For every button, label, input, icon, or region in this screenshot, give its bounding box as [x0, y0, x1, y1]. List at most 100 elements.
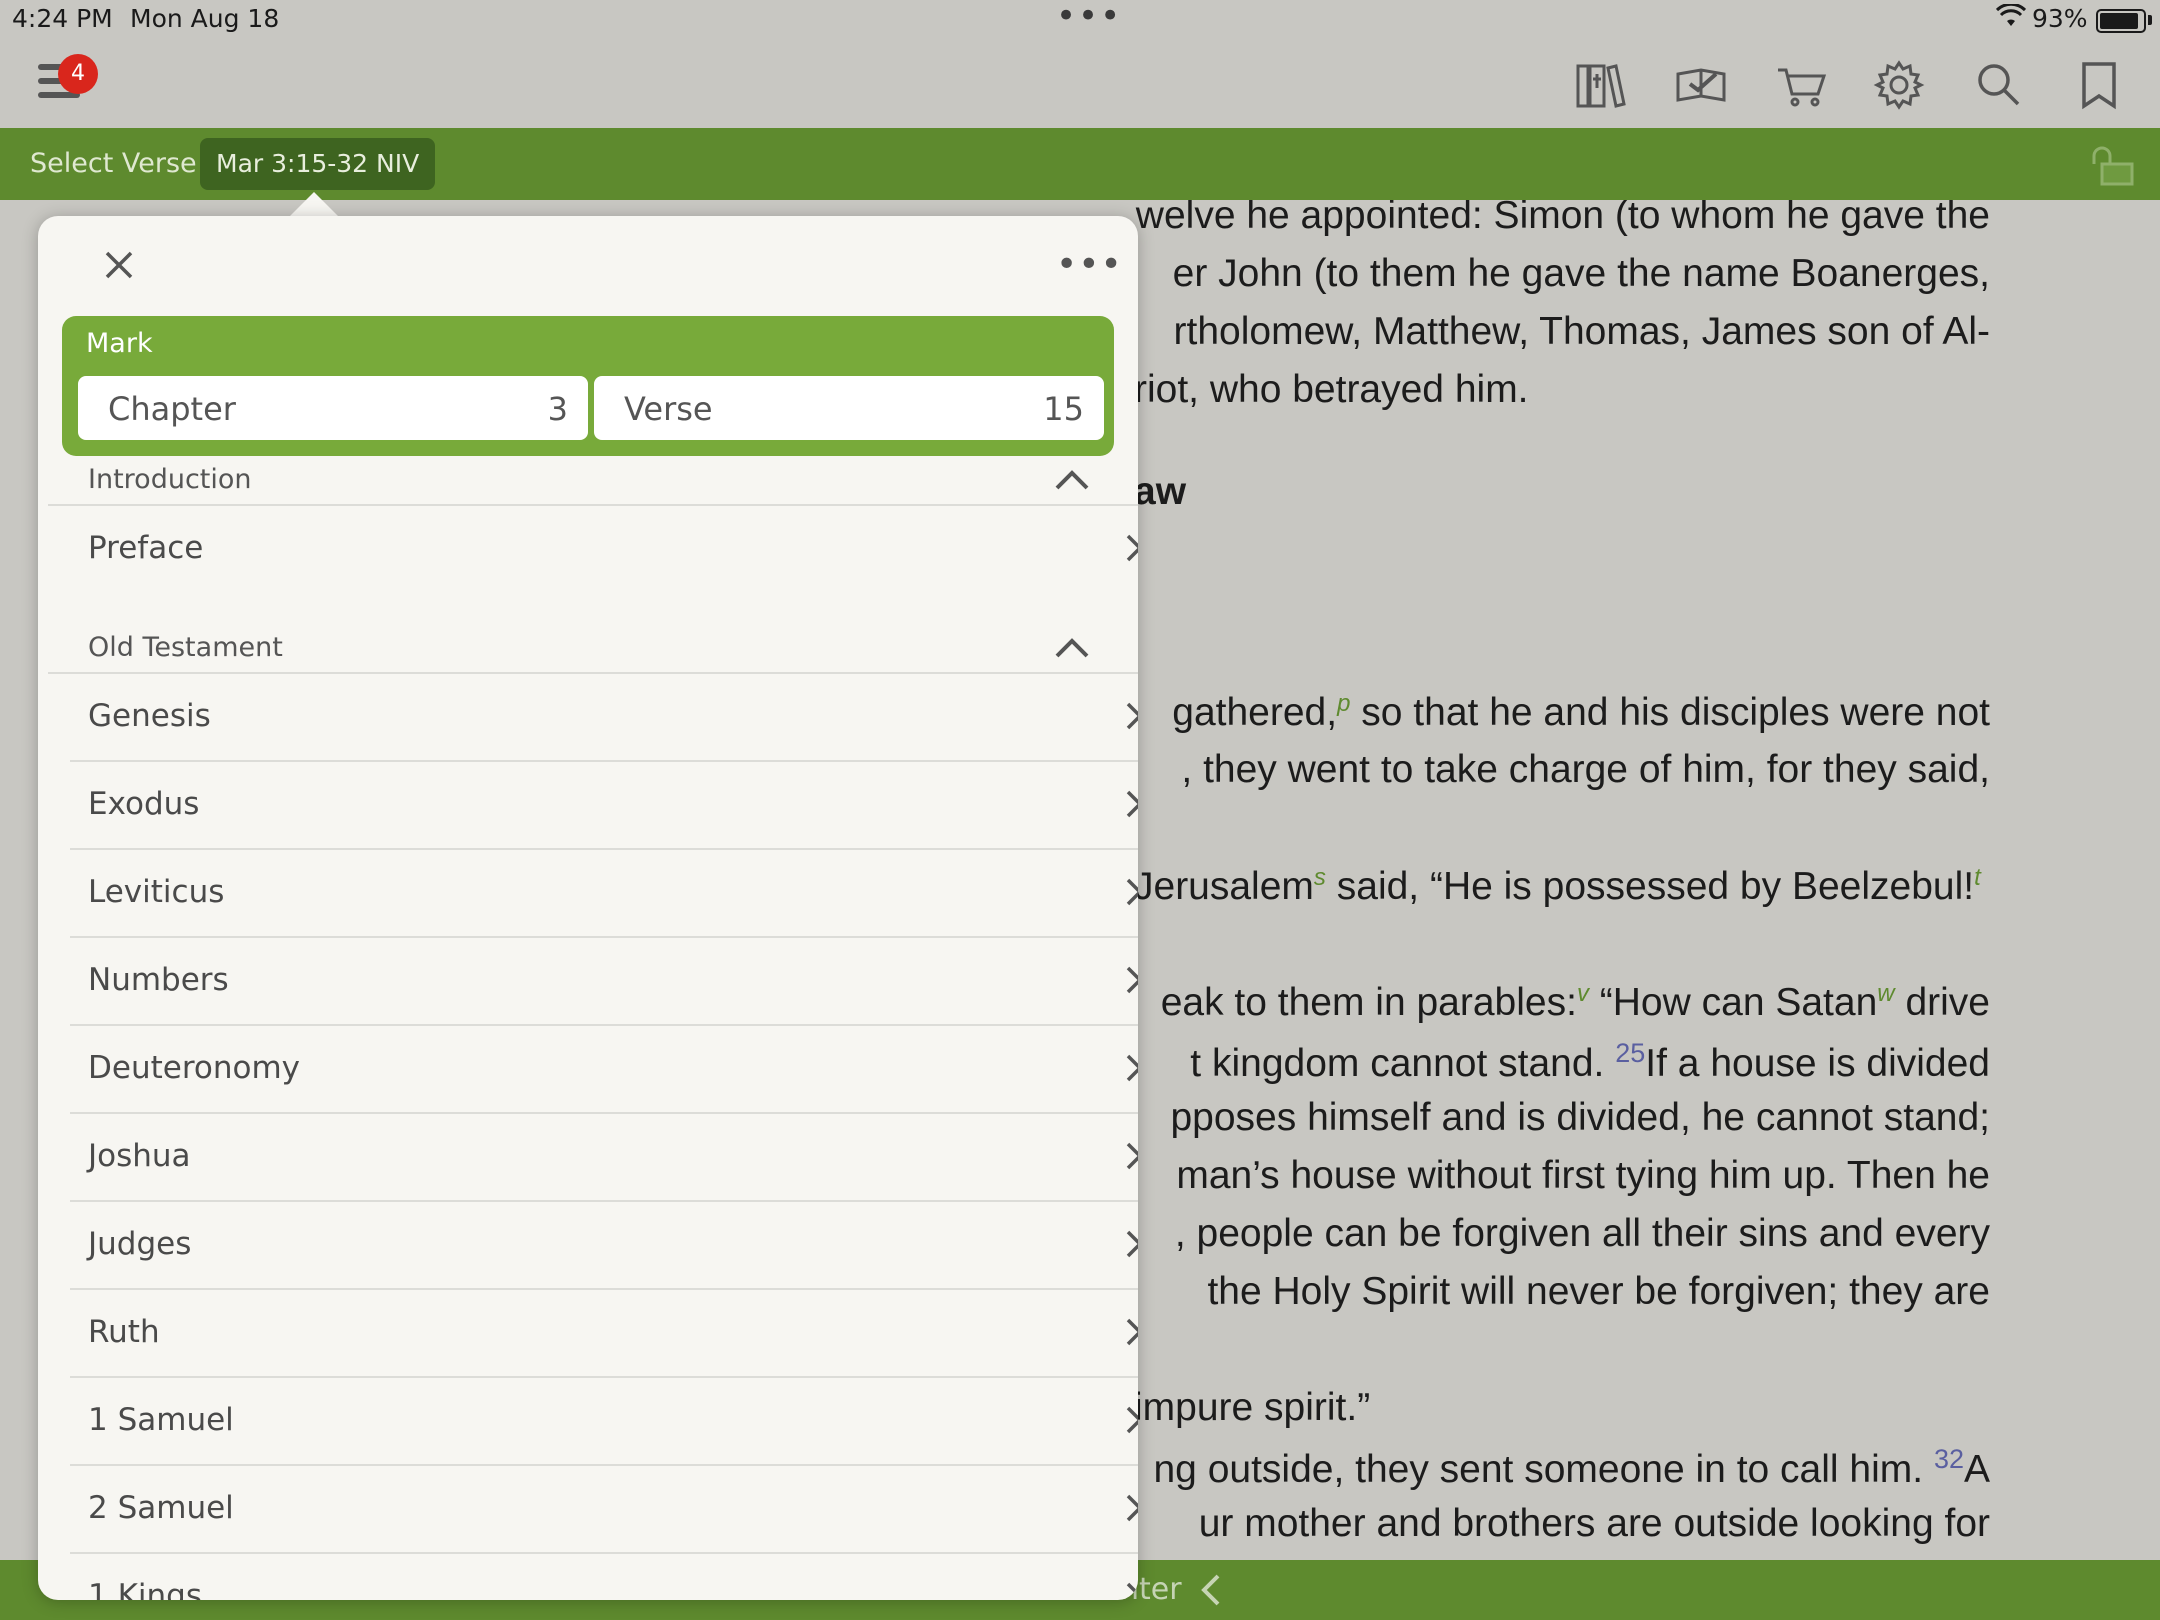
reader-text: “How can Satan: [1599, 981, 1878, 1024]
section-header-old-testament[interactable]: Old Testament: [48, 632, 1138, 674]
reader-line: gathered,p so that he and his disciples …: [1172, 690, 1990, 735]
reader-line: impure spirit.”: [1134, 1386, 1371, 1429]
footnote-marker[interactable]: p: [1337, 690, 1350, 717]
footnote-marker[interactable]: w: [1877, 980, 1894, 1007]
battery-percent: 93%: [2032, 4, 2088, 33]
search-icon[interactable]: [1972, 58, 2026, 112]
list-item-label: Deuteronomy: [88, 1050, 301, 1086]
chapter-label: Chapter: [108, 390, 236, 428]
list-item[interactable]: Numbers: [70, 938, 1138, 1026]
reader-text: so that he and his disciples were not: [1361, 691, 1990, 734]
more-options-icon[interactable]: •••: [1056, 244, 1123, 285]
chevron-up-icon[interactable]: [1054, 636, 1090, 664]
verse-number: 25: [1615, 1038, 1646, 1068]
list-item-label: 1 Samuel: [88, 1402, 234, 1438]
list-item-label: Leviticus: [88, 874, 225, 910]
library-icon[interactable]: [1574, 58, 1628, 112]
list-item[interactable]: 2 Samuel: [70, 1466, 1138, 1554]
close-icon[interactable]: [104, 250, 134, 284]
notification-badge: 4: [58, 54, 98, 94]
reader-text: said, “He is possessed by Beelzebul!: [1336, 865, 1975, 908]
status-bar: 4:24 PM Mon Aug 18 ••• 93%: [0, 0, 2160, 40]
list-item-label: Preface: [88, 530, 204, 566]
unlock-icon[interactable]: [2090, 146, 2138, 190]
verse-selection-bar: Select Verse Mar 3:15-32 NIV: [0, 128, 2160, 200]
chevron-right-icon: [1124, 1404, 1138, 1440]
list-item[interactable]: Ruth: [70, 1290, 1138, 1378]
list-item[interactable]: 1 Kings: [70, 1554, 1138, 1600]
reader-line: , people can be forgiven all their sins …: [1174, 1212, 1990, 1255]
verse-label: Verse: [624, 390, 713, 428]
selected-book: Mark: [86, 328, 153, 359]
reader-line: riot, who betrayed him.: [1134, 368, 1529, 411]
section-title: Introduction: [88, 464, 252, 495]
reference-selector: Mark Chapter 3 Verse 15: [62, 316, 1114, 456]
list-item[interactable]: Deuteronomy: [70, 1026, 1138, 1114]
list-item-label: 2 Samuel: [88, 1490, 234, 1526]
reader-text: t kingdom cannot stand.: [1190, 1042, 1605, 1085]
chevron-right-icon: [1124, 1492, 1138, 1528]
reader-line: pposes himself and is divided, he cannot…: [1170, 1096, 1990, 1139]
top-toolbar: [0, 40, 2160, 128]
reader-line: t kingdom cannot stand. 25If a house is …: [1190, 1038, 1990, 1086]
reader-line: er John (to them he gave the name Boaner…: [1172, 252, 1990, 295]
verse-number: 32: [1933, 1444, 1964, 1474]
bookmark-icon[interactable]: [2072, 58, 2126, 112]
chevron-right-icon: [1124, 1140, 1138, 1176]
status-date: Mon Aug 18: [130, 4, 280, 33]
verse-reference-button[interactable]: Mar 3:15-32 NIV: [200, 138, 436, 190]
list-item-label: Joshua: [88, 1138, 191, 1174]
list-item[interactable]: Leviticus: [70, 850, 1138, 938]
reader-line: welve he appointed: Simon (to whom he ga…: [1135, 200, 1990, 237]
status-time: 4:24 PM: [12, 4, 113, 33]
chevron-right-icon: [1124, 1316, 1138, 1352]
footnote-marker[interactable]: t: [1974, 864, 1981, 891]
reader-line: , they went to take charge of him, for t…: [1181, 748, 1990, 791]
section-title: Old Testament: [88, 632, 283, 663]
list-item-label: Genesis: [88, 698, 211, 734]
list-item-label: 1 Kings: [88, 1578, 202, 1600]
multitask-dots-icon[interactable]: •••: [1056, 0, 1122, 36]
section-header-introduction[interactable]: Introduction: [48, 464, 1138, 506]
reading-plan-icon[interactable]: [1674, 58, 1728, 112]
chevron-right-icon: [1124, 1580, 1138, 1600]
reader-text: A: [1963, 1448, 1990, 1491]
reader-text: gathered,: [1172, 691, 1338, 734]
list-item-label: Judges: [88, 1226, 192, 1262]
list-item[interactable]: Genesis: [70, 674, 1138, 762]
reader-line: rtholomew, Matthew, Thomas, James son of…: [1173, 310, 1990, 353]
list-item[interactable]: Exodus: [70, 762, 1138, 850]
reader-line: man’s house without first tying him up. …: [1176, 1154, 1990, 1197]
chevron-up-icon[interactable]: [1054, 468, 1090, 496]
reader-text: drive: [1905, 981, 1990, 1024]
cart-icon[interactable]: [1774, 58, 1828, 112]
list-item[interactable]: Joshua: [70, 1114, 1138, 1202]
list-item-label: Exodus: [88, 786, 200, 822]
wifi-icon: [1995, 2, 2027, 34]
list-item[interactable]: Preface: [70, 506, 1138, 592]
reader-text: ng outside, they sent someone in to call…: [1153, 1448, 1924, 1491]
chevron-right-icon: [1124, 1228, 1138, 1264]
chevron-left-icon[interactable]: [1198, 1570, 1224, 1614]
footnote-marker[interactable]: s: [1314, 864, 1326, 891]
battery-icon: [2096, 9, 2146, 33]
list-item[interactable]: 1 Samuel: [70, 1378, 1138, 1466]
chapter-value: 3: [547, 390, 568, 428]
verse-value: 15: [1043, 390, 1084, 428]
reader-text: If a house is divided: [1645, 1042, 1990, 1085]
list-item[interactable]: Judges: [70, 1202, 1138, 1290]
chapter-field[interactable]: Chapter 3: [78, 376, 588, 440]
chevron-right-icon: [1124, 532, 1138, 568]
chevron-right-icon: [1124, 964, 1138, 1000]
select-verse-label[interactable]: Select Verse: [30, 148, 197, 179]
reader-text: Jerusalem: [1134, 865, 1314, 908]
footnote-marker[interactable]: v: [1577, 980, 1589, 1007]
verse-field[interactable]: Verse 15: [594, 376, 1104, 440]
chevron-right-icon: [1124, 1052, 1138, 1088]
book-picker-popover: ••• Mark Chapter 3 Verse 15 Introduction…: [38, 216, 1138, 1600]
reader-line: ng outside, they sent someone in to call…: [1153, 1444, 1990, 1492]
list-item-label: Numbers: [88, 962, 229, 998]
gear-icon[interactable]: [1872, 58, 1926, 112]
chevron-right-icon: [1124, 876, 1138, 912]
popover-arrow: [288, 192, 340, 218]
